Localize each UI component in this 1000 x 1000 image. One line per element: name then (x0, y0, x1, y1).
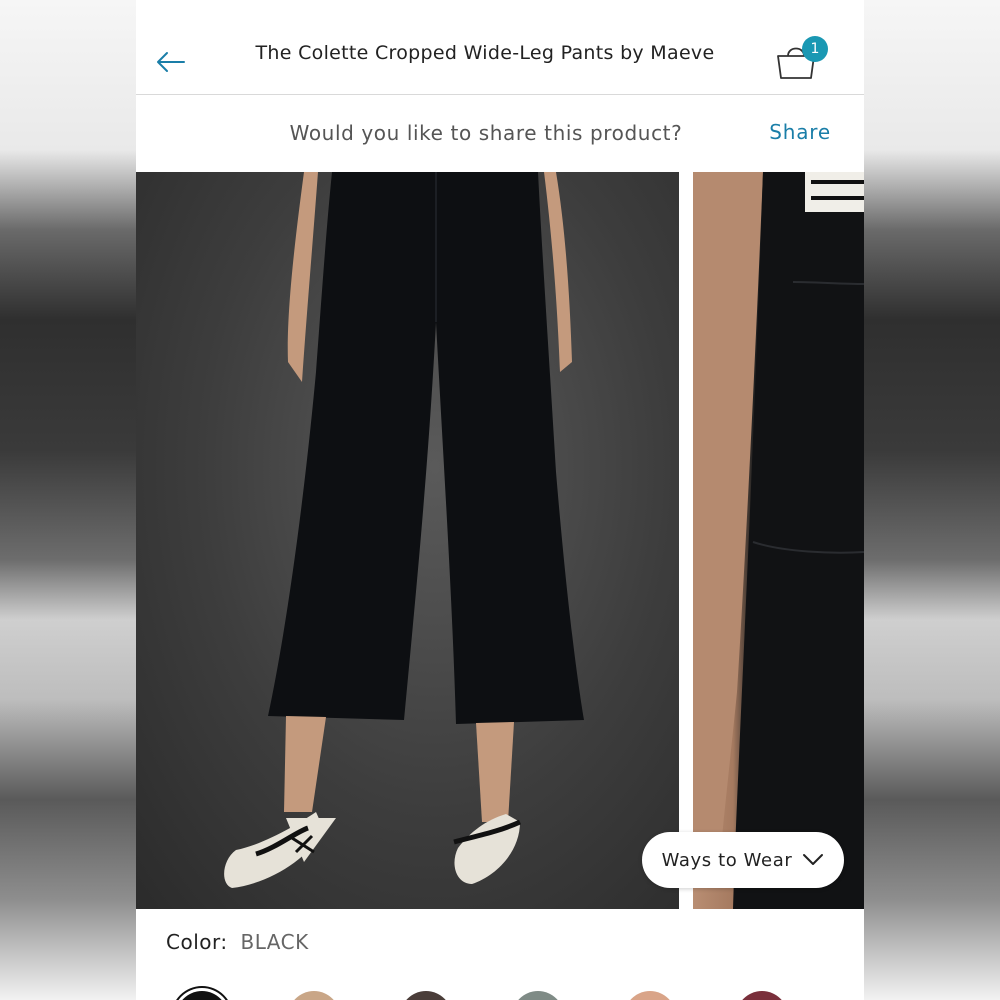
color-value: BLACK (240, 930, 309, 954)
color-swatch-peach[interactable] (624, 991, 676, 1000)
color-label: Color: (166, 930, 228, 954)
color-swatch-black[interactable] (176, 991, 228, 1000)
shopping-bag-button[interactable]: 1 (772, 34, 832, 84)
back-arrow-icon (157, 52, 185, 72)
share-bar: Would you like to share this product? Sh… (136, 95, 864, 171)
product-image-carousel[interactable]: Ways to Wear (136, 172, 864, 909)
product-image-main[interactable] (136, 172, 679, 909)
top-bar: The Colette Cropped Wide-Leg Pants by Ma… (136, 0, 864, 95)
page-title: The Colette Cropped Wide-Leg Pants by Ma… (255, 42, 715, 64)
color-swatch-brown[interactable] (400, 991, 452, 1000)
share-prompt: Would you like to share this product? (289, 121, 683, 145)
color-selection-label: Color: BLACK (166, 930, 309, 954)
color-swatch-tan[interactable] (288, 991, 340, 1000)
app-screen: The Colette Cropped Wide-Leg Pants by Ma… (136, 0, 864, 1000)
color-swatch-sage[interactable] (512, 991, 564, 1000)
chevron-down-icon (803, 854, 824, 865)
ways-to-wear-label: Ways to Wear (661, 849, 793, 871)
share-button[interactable]: Share (769, 120, 831, 144)
ways-to-wear-button[interactable]: Ways to Wear (642, 832, 844, 888)
color-swatch-list (136, 985, 864, 1000)
pants-detail-illustration (693, 172, 864, 909)
product-image-secondary[interactable] (693, 172, 864, 909)
back-button[interactable] (150, 42, 190, 82)
color-swatch-burgundy[interactable] (736, 991, 788, 1000)
bag-count-badge: 1 (802, 36, 828, 62)
model-wearing-pants-illustration (224, 172, 584, 888)
